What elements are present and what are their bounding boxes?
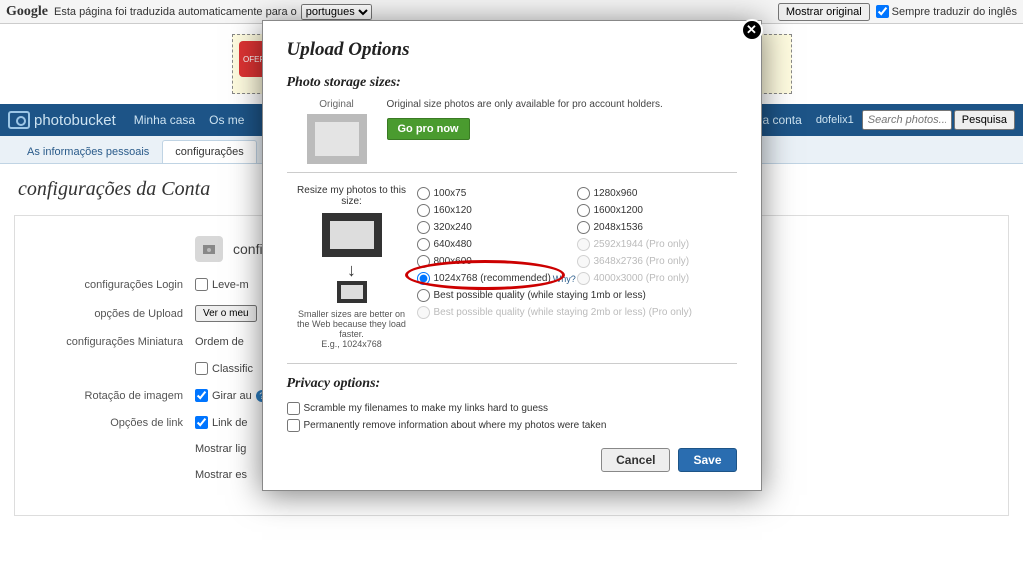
size-options: 100x75 160x120 320x240 640x480 800x600 1… — [417, 185, 737, 321]
privacy-scramble-checkbox[interactable]: Scramble my filenames to make my links h… — [287, 400, 737, 417]
arrow-down-icon: ↓ — [297, 261, 407, 279]
privacy-section-title: Privacy options: — [287, 376, 737, 392]
large-image-icon — [322, 213, 382, 257]
original-thumbnail-icon — [307, 114, 367, 164]
size-3648x2736: 3648x2736 (Pro only) — [577, 253, 737, 270]
size-640x480[interactable]: 640x480 — [417, 236, 577, 253]
size-1280x960[interactable]: 1280x960 — [577, 185, 737, 202]
upload-options-modal: ✕ Upload Options Photo storage sizes: Or… — [262, 20, 762, 491]
size-100x75[interactable]: 100x75 — [417, 185, 577, 202]
size-160x120[interactable]: 160x120 — [417, 202, 577, 219]
why-link[interactable]: Why? — [553, 274, 576, 284]
size-4000x3000: 4000x3000 (Pro only) — [577, 270, 737, 287]
storage-section-title: Photo storage sizes: — [287, 75, 737, 91]
modal-title: Upload Options — [287, 39, 737, 61]
go-pro-button[interactable]: Go pro now — [387, 118, 470, 140]
small-image-icon — [337, 281, 367, 303]
close-icon[interactable]: ✕ — [741, 19, 763, 41]
original-label: Original — [287, 99, 387, 110]
size-2048x1536[interactable]: 2048x1536 — [577, 219, 737, 236]
size-best-2mb: Best possible quality (while staying 2mb… — [417, 304, 737, 321]
resize-visual: Resize my photos to this size: ↓ Smaller… — [287, 185, 417, 349]
privacy-remove-location-checkbox[interactable]: Permanently remove information about whe… — [287, 417, 737, 434]
size-1024x768[interactable]: 1024x768 (recommended) Why? — [417, 270, 577, 287]
cancel-button[interactable]: Cancel — [601, 448, 670, 472]
size-2592x1944: 2592x1944 (Pro only) — [577, 236, 737, 253]
size-320x240[interactable]: 320x240 — [417, 219, 577, 236]
size-best-1mb[interactable]: Best possible quality (while staying 1mb… — [417, 287, 737, 304]
size-1600x1200[interactable]: 1600x1200 — [577, 202, 737, 219]
modal-overlay: ✕ Upload Options Photo storage sizes: Or… — [0, 0, 1023, 574]
save-button[interactable]: Save — [678, 448, 736, 472]
size-800x600[interactable]: 800x600 — [417, 253, 577, 270]
pro-text: Original size photos are only available … — [387, 99, 737, 110]
